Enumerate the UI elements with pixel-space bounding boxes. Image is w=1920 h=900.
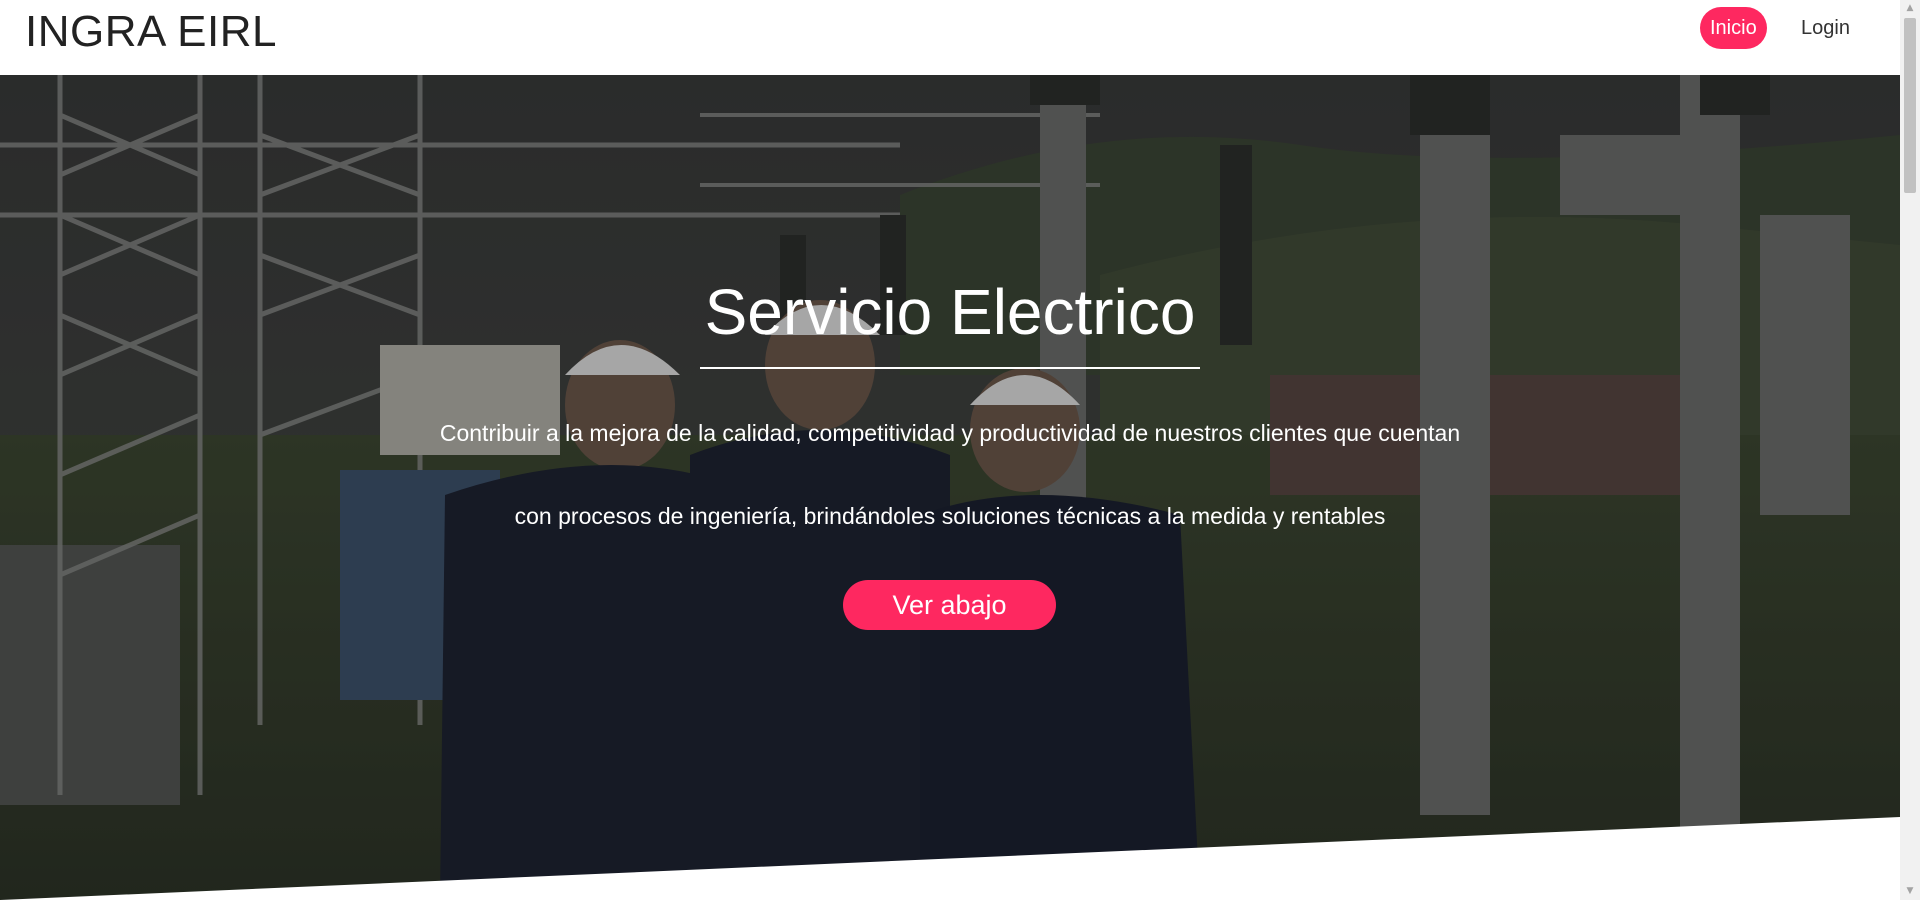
- scroll-up-icon[interactable]: ▲: [1900, 0, 1920, 17]
- brand-logo-text[interactable]: INGRA EIRL: [25, 6, 277, 58]
- page: INGRA EIRL Inicio Login Servicio Electri…: [0, 0, 1920, 900]
- hero-title: Servicio Electrico: [704, 276, 1196, 348]
- hero-description-line-1: Contribuir a la mejora de la calidad, co…: [439, 420, 1461, 446]
- hero-divider: [700, 367, 1200, 369]
- hero-section: Servicio Electrico Contribuir a la mejor…: [0, 75, 1900, 900]
- hero-content: Servicio Electrico Contribuir a la mejor…: [0, 75, 1900, 900]
- scrollbar-thumb[interactable]: [1904, 18, 1916, 193]
- navbar: INGRA EIRL Inicio Login: [0, 0, 1900, 75]
- nav-item-inicio[interactable]: Inicio: [1700, 7, 1767, 49]
- scroll-down-icon[interactable]: ▼: [1900, 883, 1920, 900]
- vertical-scrollbar[interactable]: ▲ ▼: [1900, 0, 1920, 900]
- ver-abajo-button[interactable]: Ver abajo: [843, 580, 1056, 630]
- nav-item-login[interactable]: Login: [1791, 7, 1860, 49]
- hero-description-line-2: con procesos de ingeniería, brindándoles…: [514, 503, 1386, 529]
